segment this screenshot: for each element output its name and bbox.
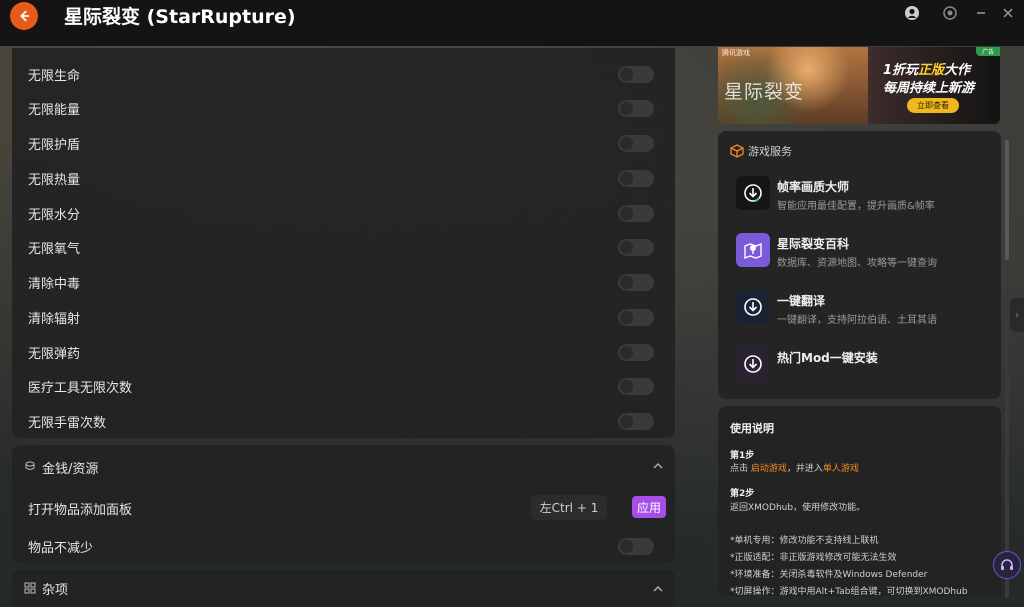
single-player-link[interactable]: 单人游戏 bbox=[823, 464, 859, 474]
service-title: 一键翻译 bbox=[777, 294, 826, 308]
usage-panel: 使用说明 第1步 点击 启动游戏，并进入单人游戏 第2步 返回XMODhub，使… bbox=[718, 406, 1001, 596]
cheat-toggle[interactable] bbox=[618, 309, 654, 326]
hotkey-field[interactable]: 左Ctrl + 1 bbox=[531, 495, 607, 520]
cheat-row: 清除中毒 bbox=[28, 269, 654, 295]
cheat-row: 医疗工具无限次数 bbox=[28, 373, 654, 399]
back-arrow-icon bbox=[20, 10, 30, 22]
cheat-label: 无限氧气 bbox=[28, 241, 81, 257]
back-button[interactable] bbox=[10, 2, 38, 30]
cheat-row: 无限弹药 bbox=[28, 339, 654, 365]
service-title: 星际裂变百科 bbox=[777, 237, 850, 251]
cheat-toggle[interactable] bbox=[618, 66, 654, 83]
cheat-label: 无限护盾 bbox=[28, 137, 81, 153]
banner-promo-line2: 每周持续上新游 bbox=[883, 81, 975, 96]
cheat-toggle[interactable] bbox=[618, 344, 654, 361]
services-title: 游戏服务 bbox=[748, 145, 792, 158]
cheat-label: 物品不减少 bbox=[28, 540, 94, 556]
service-title: 热门Mod一键安装 bbox=[777, 351, 878, 365]
headset-icon[interactable] bbox=[993, 551, 1021, 579]
user-icon[interactable] bbox=[903, 4, 921, 22]
service-item[interactable]: 一键翻译 一键翻译，支持阿拉伯语、土耳其语 bbox=[736, 290, 986, 326]
cheat-label: 无限能量 bbox=[28, 102, 81, 118]
cube-icon bbox=[730, 144, 744, 158]
download-icon bbox=[736, 176, 770, 210]
cheat-row: 无限水分 bbox=[28, 200, 654, 226]
cheat-row: 无限氧气 bbox=[28, 234, 654, 260]
service-item[interactable]: 热门Mod一键安装 bbox=[736, 347, 986, 383]
usage-title: 使用说明 bbox=[730, 422, 774, 435]
cheat-toggle[interactable] bbox=[618, 170, 654, 187]
cheat-row: 物品不减少 bbox=[28, 533, 654, 559]
launch-game-link[interactable]: 启动游戏 bbox=[751, 464, 787, 474]
close-icon[interactable] bbox=[999, 4, 1017, 22]
cheat-label: 医疗工具无限次数 bbox=[28, 380, 133, 396]
cheat-label: 无限生命 bbox=[28, 68, 81, 84]
money-section-header[interactable]: 金钱/资源 bbox=[12, 445, 675, 489]
download-icon bbox=[736, 290, 770, 324]
step2-title: 第2步 bbox=[730, 489, 755, 499]
banner-game-name: 星际裂变 bbox=[724, 81, 805, 103]
misc-section-header[interactable]: 杂项 bbox=[12, 570, 675, 607]
service-subtitle: 数据库、资源地图、攻略等一键查询 bbox=[777, 258, 937, 269]
cheat-toggle[interactable] bbox=[618, 100, 654, 117]
cheat-label: 无限手雷次数 bbox=[28, 415, 107, 431]
section-title: 杂项 bbox=[42, 583, 69, 598]
cheat-row: 清除辐射 bbox=[28, 304, 654, 330]
chevron-up-icon[interactable] bbox=[653, 461, 663, 471]
cheat-label: 无限水分 bbox=[28, 207, 81, 223]
usage-note: *切屏操作：游戏中用Alt+Tab组合键，可切换到XMODhub bbox=[730, 587, 968, 596]
cheat-toggle[interactable] bbox=[618, 274, 654, 291]
service-item[interactable]: 星际裂变百科 数据库、资源地图、攻略等一键查询 bbox=[736, 233, 986, 269]
banner-tag: 腾讯游戏 bbox=[722, 49, 750, 57]
map-pin-icon bbox=[736, 233, 770, 267]
step2-text: 返回XMODhub，使用修改功能。 bbox=[730, 503, 866, 513]
title-bar: 星际裂变 (StarRupture) bbox=[0, 0, 1024, 46]
grid-icon bbox=[24, 582, 38, 596]
cheat-toggle[interactable] bbox=[618, 205, 654, 222]
settings-icon[interactable] bbox=[941, 4, 959, 22]
promo-banner[interactable]: 腾讯游戏 星际裂变 1折玩正版大作 每周持续上新游 立即查看 广告 bbox=[718, 47, 1000, 124]
section-title: 金钱/资源 bbox=[42, 461, 99, 477]
download-icon bbox=[736, 347, 770, 381]
coins-icon bbox=[24, 460, 38, 474]
cheat-toggle[interactable] bbox=[618, 239, 654, 256]
cheat-toggle[interactable] bbox=[618, 538, 654, 555]
cheat-label: 无限热量 bbox=[28, 172, 81, 188]
cheat-toggle[interactable] bbox=[618, 413, 654, 430]
banner-view-button[interactable]: 立即查看 bbox=[907, 98, 959, 113]
cheat-row: 无限热量 bbox=[28, 165, 654, 191]
usage-note: *正版适配：非正版游戏修改可能无法生效 bbox=[730, 553, 897, 563]
cheat-row: 无限能量 bbox=[28, 95, 654, 121]
cheat-row: 无限生命 bbox=[28, 61, 654, 87]
minimize-icon[interactable] bbox=[972, 4, 990, 22]
cheat-toggle[interactable] bbox=[618, 135, 654, 152]
open-panel-label: 打开物品添加面板 bbox=[28, 502, 133, 518]
service-item[interactable]: 帧率画质大师 智能应用最佳配置，提升画质&帧率 bbox=[736, 176, 986, 212]
apply-button[interactable]: 应用 bbox=[632, 496, 666, 518]
usage-note: *单机专用：修改功能不支持线上联机 bbox=[730, 536, 879, 546]
cheat-label: 清除中毒 bbox=[28, 276, 81, 292]
cheat-label: 无限弹药 bbox=[28, 346, 81, 362]
cheat-row: 无限护盾 bbox=[28, 130, 654, 156]
app-title: 星际裂变 (StarRupture) bbox=[64, 6, 296, 28]
step1-text: 点击 启动游戏，并进入单人游戏 bbox=[730, 464, 859, 474]
banner-promo-line1: 1折玩正版大作 bbox=[883, 63, 971, 78]
expand-panel-icon[interactable]: › bbox=[1010, 298, 1024, 332]
service-subtitle: 一键翻译，支持阿拉伯语、土耳其语 bbox=[777, 315, 937, 326]
usage-note: *环境准备：关闭杀毒软件及Windows Defender bbox=[730, 570, 928, 580]
services-header: 游戏服务 bbox=[730, 143, 792, 159]
game-services-panel: 游戏服务 帧率画质大师 智能应用最佳配置，提升画质&帧率 星际裂变百科 数据库、… bbox=[718, 131, 1001, 399]
cheat-row: 无限手雷次数 bbox=[28, 408, 654, 434]
service-subtitle: 智能应用最佳配置，提升画质&帧率 bbox=[777, 201, 935, 212]
chevron-up-icon[interactable] bbox=[653, 584, 663, 594]
cheat-toggle[interactable] bbox=[618, 378, 654, 395]
step1-title: 第1步 bbox=[730, 451, 755, 461]
cheat-label: 清除辐射 bbox=[28, 311, 81, 327]
scrollbar-thumb[interactable] bbox=[1005, 140, 1009, 260]
service-title: 帧率画质大师 bbox=[777, 180, 850, 194]
banner-corner-badge: 广告 bbox=[976, 47, 1000, 56]
